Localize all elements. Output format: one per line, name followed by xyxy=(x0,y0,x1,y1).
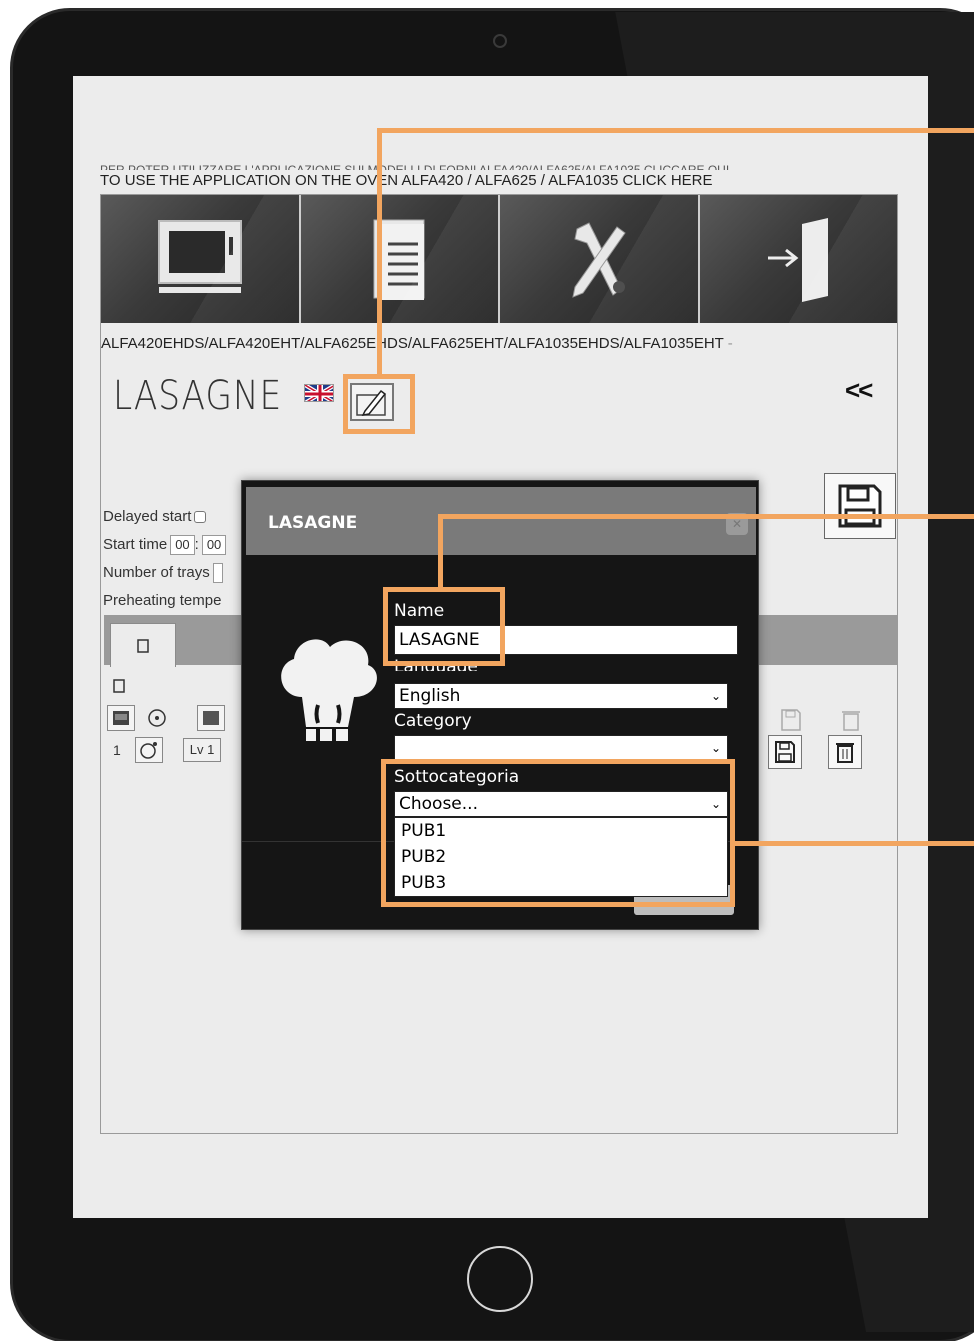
tablet-icon xyxy=(137,638,149,653)
camera-icon xyxy=(493,34,507,48)
preheating-row: Preheating tempe xyxy=(103,587,226,615)
recipe-book-icon xyxy=(373,219,425,300)
dialog-title: LASAGNE xyxy=(268,513,358,533)
dialog-header: LASAGNE ✕ xyxy=(246,487,756,555)
row-actions-header xyxy=(774,703,894,737)
settings-tile[interactable] xyxy=(500,195,700,323)
trays-input[interactable] xyxy=(212,563,223,584)
subcategory-highlight xyxy=(381,759,735,907)
phase-header-row xyxy=(107,703,233,733)
models-list: ALFA420EHDS/ALFA420EHT/ALFA625EHDS/ALFA6… xyxy=(101,335,733,352)
start-minutes-input[interactable]: 00 xyxy=(201,535,227,556)
tab-device[interactable] xyxy=(110,623,176,667)
uk-flag-icon[interactable] xyxy=(304,384,334,402)
exit-door-icon xyxy=(768,218,829,302)
save-row-button[interactable] xyxy=(768,735,802,769)
english-link-text[interactable]: TO USE THE APPLICATION ON THE OVEN ALFA4… xyxy=(100,172,713,189)
preheating-label: Preheating tempe xyxy=(103,592,222,609)
oven-mode-icon[interactable] xyxy=(107,705,135,731)
category-label: Category xyxy=(394,711,472,731)
device-icon xyxy=(113,679,125,698)
callout-line xyxy=(377,128,382,375)
chevron-down-icon: ⌄ xyxy=(710,689,721,703)
floppy-disk-icon xyxy=(838,484,882,528)
oven-icon xyxy=(157,220,242,293)
row-actions xyxy=(768,735,888,769)
trash-icon xyxy=(834,703,868,737)
steam-mode-icon[interactable] xyxy=(197,705,225,731)
level-select[interactable]: Lv 1 xyxy=(182,738,222,762)
page-title: LASAGNE xyxy=(113,373,283,419)
fan-icon[interactable] xyxy=(143,705,171,731)
tools-icon xyxy=(572,222,626,298)
start-hours-input[interactable]: 00 xyxy=(170,535,195,556)
start-time-label: Start time xyxy=(103,536,168,553)
category-select[interactable]: ⌄ xyxy=(394,735,728,761)
callout-line xyxy=(438,514,974,519)
table-row: 1 Lv 1 xyxy=(107,735,222,765)
callout-line xyxy=(438,514,443,588)
save-recipe-button[interactable] xyxy=(824,473,896,539)
callout-line xyxy=(377,128,974,133)
language-value: English xyxy=(399,686,461,706)
fan-speed-icon[interactable] xyxy=(134,737,163,763)
italian-link-text[interactable]: PER POTER UTILIZZARE L'APPLICAZIONE SUI … xyxy=(100,164,840,170)
home-button[interactable] xyxy=(467,1246,533,1312)
time-separator: : xyxy=(194,536,199,553)
edit-button-highlight xyxy=(343,374,415,434)
logout-tile[interactable] xyxy=(699,195,897,323)
recipe-form: Delayed start Start time 00:00 Number of … xyxy=(103,503,227,615)
delayed-start-label: Delayed start xyxy=(103,508,192,525)
menu-tiles xyxy=(101,195,897,323)
delete-row-button[interactable] xyxy=(828,735,862,769)
trays-row: Number of trays xyxy=(103,559,226,587)
collapse-button[interactable]: << xyxy=(845,375,873,406)
chef-hat-icon xyxy=(268,631,384,747)
row-number: 1 xyxy=(113,742,121,758)
delayed-start-checkbox[interactable] xyxy=(194,511,207,524)
trays-label: Number of trays xyxy=(103,564,210,581)
chevron-down-icon: ⌄ xyxy=(710,741,721,755)
oven-tile[interactable] xyxy=(101,195,301,323)
recipes-tile[interactable] xyxy=(300,195,500,323)
language-select[interactable]: English ⌄ xyxy=(394,683,728,709)
callout-line xyxy=(734,841,974,846)
models-suffix: - xyxy=(727,335,733,352)
start-time-row: Start time 00:00 xyxy=(103,531,227,559)
delayed-start-row: Delayed start xyxy=(103,503,226,531)
models-text: ALFA420EHDS/ALFA420EHT/ALFA625EHDS/ALFA6… xyxy=(101,335,724,352)
name-field-highlight xyxy=(383,587,505,666)
save-row-icon xyxy=(774,703,808,737)
